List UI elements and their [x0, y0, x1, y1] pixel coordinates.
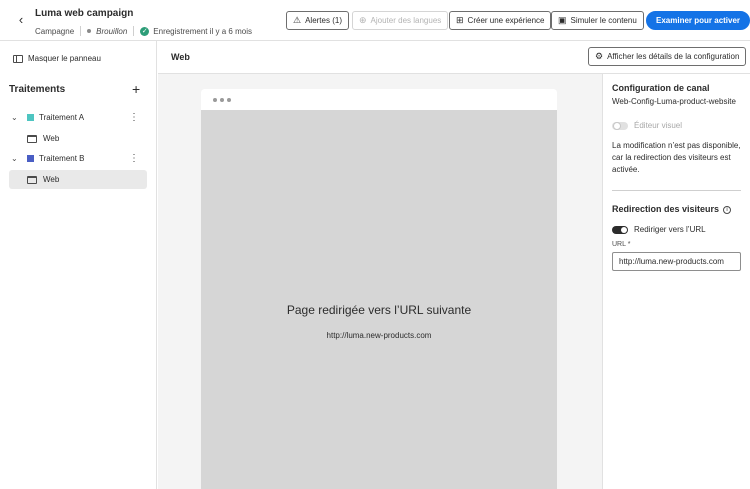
web-page-icon — [27, 134, 37, 143]
simulate-label: Simuler le contenu — [570, 16, 637, 25]
browser-chrome — [201, 89, 557, 110]
properties-panel: Configuration de canal Web-Config-Luma-p… — [602, 74, 750, 489]
channel-config-value: Web-Config-Luma-product-website — [612, 97, 736, 106]
chevron-down-icon[interactable]: ⌄ — [11, 154, 21, 163]
create-experience-button[interactable]: ⊞ Créer une expérience — [449, 11, 552, 30]
simulate-icon: ▣ — [558, 15, 567, 25]
redirect-url-text: http://luma.new-products.com — [326, 331, 432, 340]
config-button-label: Afficher les détails de la configuration — [607, 52, 740, 61]
more-options-icon[interactable]: ⋮ — [129, 112, 139, 123]
notice-line-3: activée. — [612, 165, 640, 174]
campaign-title: Luma web campaign — [35, 8, 134, 19]
toggle-knob — [613, 122, 621, 130]
treatment-b-web-item[interactable]: Web — [9, 170, 147, 189]
url-label-text: URL — [612, 241, 626, 248]
review-label: Examiner pour activer — [656, 16, 741, 25]
hide-panel-button[interactable]: Masquer le panneau — [13, 54, 101, 63]
chevron-left-icon: ‹ — [18, 11, 24, 27]
info-icon[interactable]: i — [723, 205, 732, 214]
treatment-a-item[interactable]: ⌄ Traitement A ⋮ — [9, 108, 147, 127]
channel-config-title: Configuration de canal — [612, 83, 710, 93]
required-mark: * — [627, 241, 631, 248]
preview-area: Web ⚙ Afficher les détails de la configu… — [158, 41, 750, 489]
redirect-toggle[interactable] — [612, 226, 628, 234]
alerts-button[interactable]: ⚠ Alertes (1) — [286, 11, 349, 30]
globe-icon: ⊕ — [359, 15, 367, 25]
add-languages-label: Ajouter des langues — [370, 16, 442, 25]
config-icon: ⚙ — [595, 51, 604, 61]
hide-panel-label: Masquer le panneau — [28, 54, 101, 63]
treatment-color-swatch — [27, 114, 34, 121]
url-input[interactable]: http://luma.new-products.com — [612, 252, 741, 271]
web-page-icon — [27, 175, 37, 184]
check-circle-icon: ✓ — [140, 26, 150, 36]
content-toolbar: Web ⚙ Afficher les détails de la configu… — [158, 41, 750, 74]
browser-dot-icon — [213, 97, 217, 102]
top-bar: ‹ Luma web campaign Campagne Brouillon ✓… — [0, 0, 750, 41]
chevron-down-icon[interactable]: ⌄ — [11, 113, 21, 122]
web-item-label: Web — [43, 134, 60, 143]
treatment-a-web-item[interactable]: Web — [9, 129, 147, 148]
treatments-title: Traitements — [9, 84, 66, 95]
experience-icon: ⊞ — [456, 15, 464, 25]
browser-preview-frame: Page redirigée vers l’URL suivante http:… — [201, 89, 557, 489]
review-to-activate-button[interactable]: Examiner pour activer — [646, 11, 750, 30]
status-dot-icon — [87, 29, 92, 33]
visual-editor-label: Éditeur visuel — [634, 121, 683, 130]
back-button[interactable]: ‹ — [12, 10, 30, 28]
show-config-details-button[interactable]: ⚙ Afficher les détails de la configurati… — [588, 47, 747, 66]
treatments-panel: Masquer le panneau Traitements + ⌄ Trait… — [0, 41, 157, 489]
save-status: Enregistrement il y a 6 mois — [153, 26, 252, 36]
visual-editor-toggle[interactable] — [612, 122, 628, 130]
meta-divider — [80, 26, 82, 36]
campaign-type: Campagne — [35, 26, 75, 36]
redirect-toggle-label: Rediriger vers l’URL — [634, 225, 706, 234]
notice-line-1: La modification n’est pas disponible, — [612, 141, 741, 150]
browser-dot-icon — [227, 97, 231, 102]
redirect-section-label: Redirection des visiteurs — [612, 204, 720, 214]
toggle-knob — [621, 227, 627, 233]
treatment-label: Traitement B — [39, 154, 85, 163]
meta-divider — [133, 26, 135, 36]
add-languages-button[interactable]: ⊕ Ajouter des langues — [352, 11, 449, 30]
treatment-color-swatch — [27, 155, 34, 162]
plus-icon: + — [132, 81, 141, 97]
campaign-meta: Campagne Brouillon ✓ Enregistrement il y… — [35, 26, 252, 36]
redirect-message: Page redirigée vers l’URL suivante — [286, 303, 472, 317]
content-title: Web — [171, 52, 190, 62]
more-options-icon[interactable]: ⋮ — [129, 153, 139, 164]
add-treatment-button[interactable]: + — [132, 81, 140, 97]
notice-line-2: car la redirection des visiteurs est — [612, 153, 731, 162]
section-divider — [612, 190, 741, 191]
status-badge: Brouillon — [96, 26, 128, 36]
alert-icon: ⚠ — [293, 15, 302, 25]
web-item-label: Web — [43, 175, 60, 184]
url-field-label: URL * — [612, 241, 630, 248]
redirect-section-title: Redirection des visiteurs i — [612, 204, 732, 214]
create-experience-label: Créer une expérience — [467, 16, 545, 25]
browser-dot-icon — [220, 97, 224, 102]
treatment-label: Traitement A — [39, 113, 85, 122]
simulate-content-button[interactable]: ▣ Simuler le contenu — [551, 11, 644, 30]
treatment-b-item[interactable]: ⌄ Traitement B ⋮ — [9, 149, 147, 168]
panel-icon — [13, 54, 23, 63]
alerts-label: Alertes (1) — [305, 16, 342, 25]
